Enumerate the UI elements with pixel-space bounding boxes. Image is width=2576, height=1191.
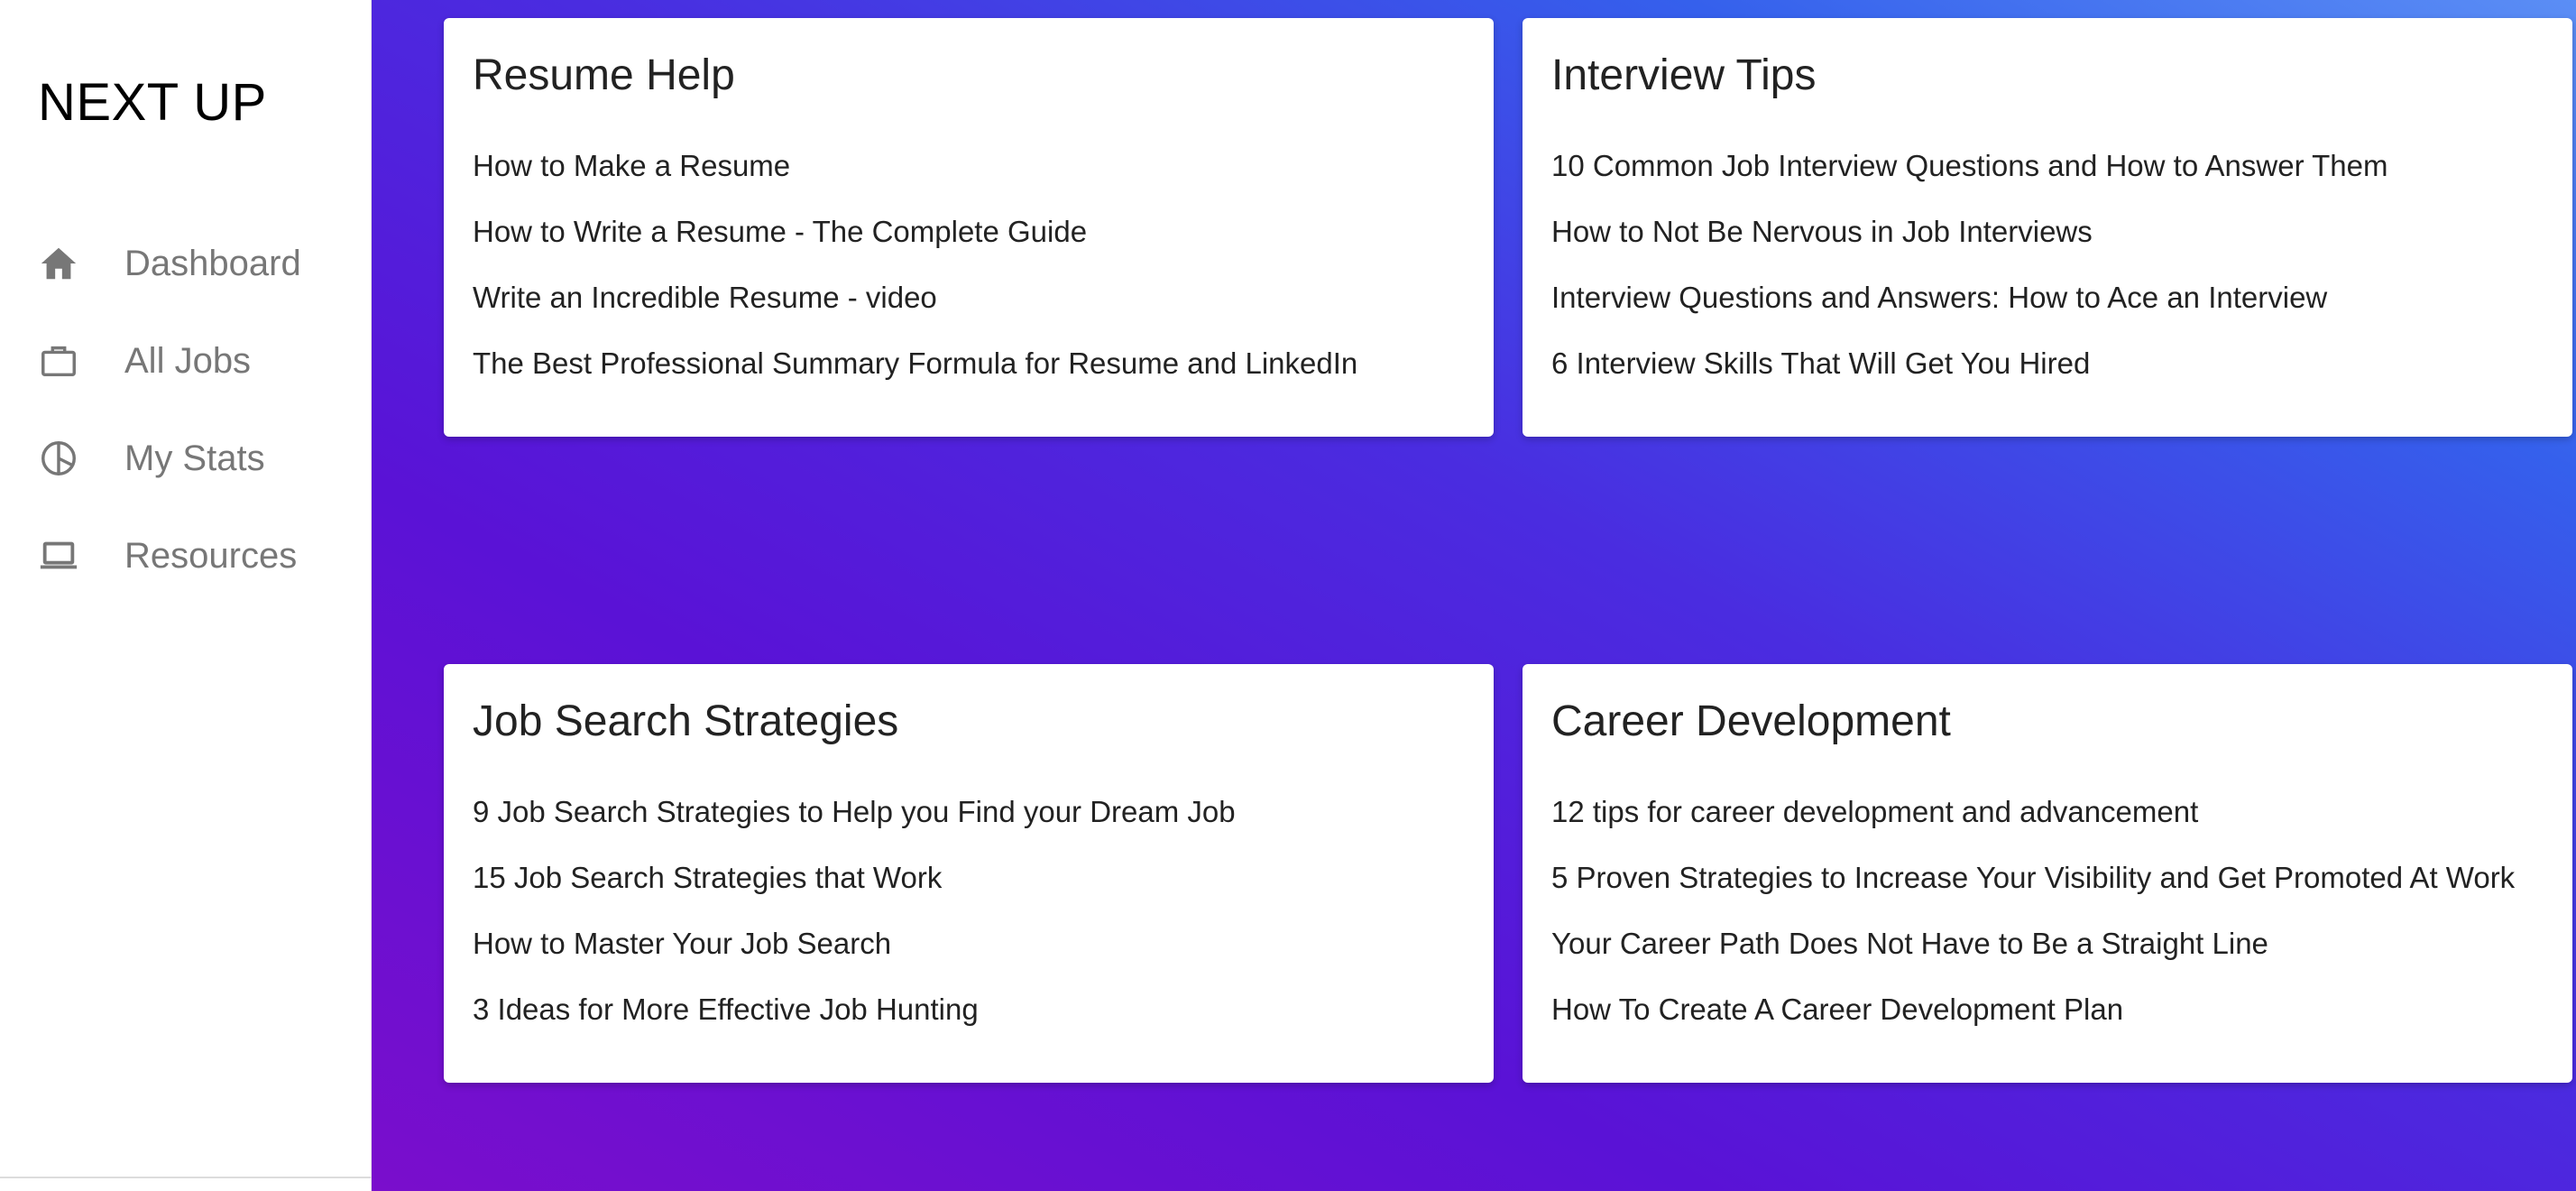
sidebar-divider bbox=[0, 1177, 372, 1178]
pie-chart-icon bbox=[38, 438, 79, 479]
card-link-list: 9 Job Search Strategies to Help you Find… bbox=[473, 794, 1236, 1057]
sidebar-item-my-stats[interactable]: My Stats bbox=[0, 410, 372, 507]
resource-link[interactable]: 10 Common Job Interview Questions and Ho… bbox=[1551, 148, 2388, 214]
resource-link[interactable]: How to Master Your Job Search bbox=[473, 926, 1236, 992]
sidebar-item-label: Dashboard bbox=[124, 243, 301, 283]
sidebar-item-resources[interactable]: Resources bbox=[0, 507, 372, 605]
sidebar-item-dashboard[interactable]: Dashboard bbox=[0, 215, 372, 312]
resource-link[interactable]: 12 tips for career development and advan… bbox=[1551, 794, 2515, 860]
sidebar-item-label: All Jobs bbox=[124, 340, 252, 381]
briefcase-icon bbox=[38, 340, 79, 382]
app-root: NEXT UP Dashboard All Jobs My Stats Reso… bbox=[0, 0, 2576, 1191]
brand-logo-text[interactable]: NEXT UP bbox=[38, 70, 267, 135]
laptop-icon bbox=[38, 535, 79, 577]
sidebar-item-label: My Stats bbox=[124, 438, 265, 478]
resource-link[interactable]: 15 Job Search Strategies that Work bbox=[473, 860, 1236, 926]
resource-link[interactable]: How to Not Be Nervous in Job Interviews bbox=[1551, 214, 2388, 280]
card-title: Interview Tips bbox=[1551, 51, 1817, 99]
sidebar-nav: Dashboard All Jobs My Stats Resources bbox=[0, 215, 372, 605]
resource-link[interactable]: 6 Interview Skills That Will Get You Hir… bbox=[1551, 346, 2388, 411]
card-title: Resume Help bbox=[473, 51, 735, 99]
sidebar: NEXT UP Dashboard All Jobs My Stats Reso… bbox=[0, 0, 372, 1191]
resource-card-career-development: Career Development 12 tips for career de… bbox=[1523, 664, 2572, 1083]
resource-card-resume-help: Resume Help How to Make a Resume How to … bbox=[444, 18, 1494, 437]
resource-link[interactable]: 3 Ideas for More Effective Job Hunting bbox=[473, 992, 1236, 1057]
resources-main: Resume Help How to Make a Resume How to … bbox=[372, 0, 2576, 1191]
resource-link[interactable]: 9 Job Search Strategies to Help you Find… bbox=[473, 794, 1236, 860]
resource-link[interactable]: How to Write a Resume - The Complete Gui… bbox=[473, 214, 1357, 280]
sidebar-item-label: Resources bbox=[124, 535, 298, 576]
resource-link[interactable]: The Best Professional Summary Formula fo… bbox=[473, 346, 1357, 411]
resource-link[interactable]: How To Create A Career Development Plan bbox=[1551, 992, 2515, 1057]
resource-card-job-search-strategies: Job Search Strategies 9 Job Search Strat… bbox=[444, 664, 1494, 1083]
resource-link[interactable]: Your Career Path Does Not Have to Be a S… bbox=[1551, 926, 2515, 992]
card-title: Job Search Strategies bbox=[473, 697, 899, 745]
card-title: Career Development bbox=[1551, 697, 1951, 745]
card-link-list: How to Make a Resume How to Write a Resu… bbox=[473, 148, 1357, 411]
card-link-list: 10 Common Job Interview Questions and Ho… bbox=[1551, 148, 2388, 411]
home-icon bbox=[38, 243, 79, 284]
resource-link[interactable]: 5 Proven Strategies to Increase Your Vis… bbox=[1551, 860, 2515, 926]
card-link-list: 12 tips for career development and advan… bbox=[1551, 794, 2515, 1057]
resource-card-interview-tips: Interview Tips 10 Common Job Interview Q… bbox=[1523, 18, 2572, 437]
sidebar-item-all-jobs[interactable]: All Jobs bbox=[0, 312, 372, 410]
resource-link[interactable]: How to Make a Resume bbox=[473, 148, 1357, 214]
resource-link[interactable]: Interview Questions and Answers: How to … bbox=[1551, 280, 2388, 346]
resource-link[interactable]: Write an Incredible Resume - video bbox=[473, 280, 1357, 346]
